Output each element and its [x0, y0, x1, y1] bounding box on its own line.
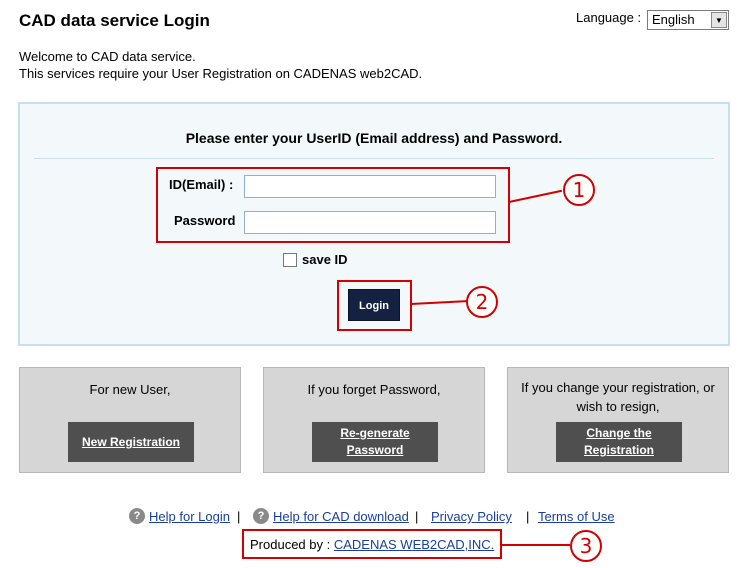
- save-id-label[interactable]: save ID: [302, 252, 348, 267]
- language-value: English: [652, 12, 695, 27]
- annotation-box-login: [337, 280, 412, 331]
- annotation-callout-1: 1: [563, 174, 595, 206]
- change-text-line-2: wish to resign,: [576, 399, 660, 414]
- question-circle-icon: ?: [253, 508, 269, 524]
- annotation-callout-2: 2: [466, 286, 498, 318]
- chevron-down-icon[interactable]: ▼: [711, 12, 727, 28]
- footer-separator: |: [526, 509, 530, 524]
- question-circle-icon: ?: [129, 508, 145, 524]
- help-cad-download-link[interactable]: Help for CAD download: [273, 509, 409, 524]
- help-login-link[interactable]: Help for Login: [149, 509, 230, 524]
- new-user-text: For new User,: [89, 382, 171, 397]
- language-label: Language :: [576, 10, 642, 25]
- terms-of-use-link[interactable]: Terms of Use: [538, 509, 615, 524]
- annotation-box-credentials: [156, 167, 510, 243]
- change-registration-button[interactable]: Change the Registration: [556, 422, 682, 462]
- produced-by-label: Produced by :: [250, 537, 331, 552]
- language-select[interactable]: English ▼: [647, 10, 729, 30]
- change-registration-card: If you change your registration, or wish…: [507, 367, 729, 473]
- regenerate-password-button[interactable]: Re-generate Password: [312, 422, 438, 462]
- annotation-line-3: [501, 544, 570, 546]
- annotation-callout-3: 3: [570, 530, 602, 562]
- footer-separator: |: [415, 509, 419, 524]
- change-line-1: Change the: [586, 426, 652, 440]
- new-registration-button[interactable]: New Registration: [68, 422, 194, 462]
- panel-divider: [34, 158, 714, 159]
- forgot-password-card: If you forget Password, Re-generate Pass…: [263, 367, 485, 473]
- produced-by: Produced by : CADENAS WEB2CAD,INC.: [250, 537, 494, 552]
- change-text-line-1: If you change your registration, or: [521, 380, 715, 395]
- change-registration-text: If you change your registration, or wish…: [508, 378, 728, 416]
- forgot-password-text: If you forget Password,: [307, 382, 441, 397]
- regenerate-line-2: Password: [346, 443, 404, 457]
- new-user-card: For new User, New Registration: [19, 367, 241, 473]
- footer-separator: |: [237, 509, 241, 524]
- privacy-policy-link[interactable]: Privacy Policy: [431, 509, 512, 524]
- save-id-checkbox[interactable]: [283, 253, 297, 267]
- login-heading: Please enter your UserID (Email address)…: [185, 130, 563, 146]
- change-line-2: Registration: [583, 443, 654, 457]
- welcome-line-2: This services require your User Registra…: [19, 66, 423, 81]
- company-link[interactable]: CADENAS WEB2CAD,INC.: [334, 537, 494, 552]
- welcome-text: Welcome to CAD data service. This servic…: [19, 48, 422, 82]
- welcome-line-1: Welcome to CAD data service.: [19, 49, 196, 64]
- page-title: CAD data service Login: [19, 11, 210, 30]
- regenerate-line-1: Re-generate: [340, 426, 410, 440]
